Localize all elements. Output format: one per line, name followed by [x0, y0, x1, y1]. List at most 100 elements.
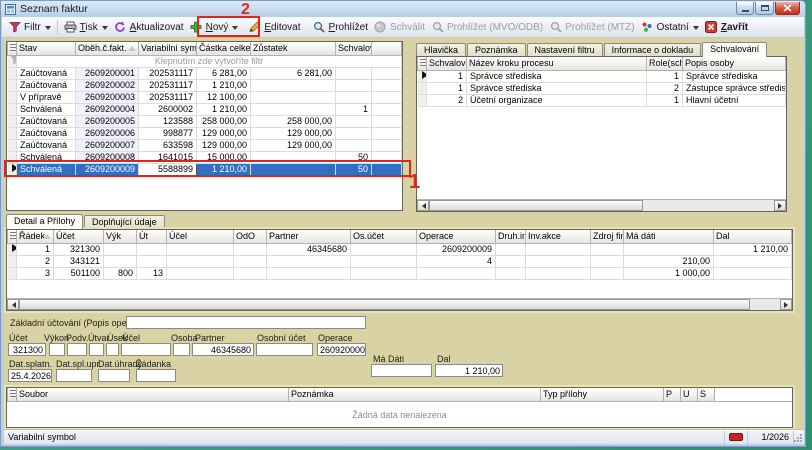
- cell-obeh[interactable]: 2609200008: [76, 151, 139, 163]
- detail-row[interactable]: 1 321300 46345680 2609200009 1 210,00: [8, 243, 792, 255]
- cell-nazev-kroku[interactable]: Účetní organizace: [467, 94, 647, 106]
- invoice-row[interactable]: Zaúčtovaná 2609200006 998877 129 000,00 …: [8, 127, 402, 139]
- cell-vs[interactable]: 202531117: [139, 91, 197, 103]
- cell-obeh[interactable]: 2609200005: [76, 115, 139, 127]
- detail-row[interactable]: 2 343121 4 210,00: [8, 255, 792, 267]
- usek-field[interactable]: [106, 343, 119, 356]
- column-header-obeh[interactable]: Oběh.č.fakt.: [76, 42, 139, 55]
- cell-stav[interactable]: Zaúčtovaná: [17, 127, 76, 139]
- cell-role[interactable]: 1: [647, 94, 683, 106]
- podv-field[interactable]: [67, 343, 87, 356]
- column-header-poznamka[interactable]: Poznámka: [289, 388, 541, 401]
- cell-vyk[interactable]: 800: [104, 267, 137, 279]
- view-button[interactable]: Prohlížet: [310, 18, 371, 36]
- cell-zustatek[interactable]: [251, 79, 336, 91]
- cell-ut[interactable]: [137, 255, 167, 267]
- cell-vs[interactable]: 202531117: [139, 67, 197, 79]
- invoice-row[interactable]: Schválená 2609200004 2600002 1 210,00 1: [8, 103, 402, 115]
- cell-obeh[interactable]: 2609200004: [76, 103, 139, 115]
- partner-field[interactable]: 46345680: [192, 343, 254, 356]
- column-header-schval[interactable]: Schvalovi: [336, 42, 372, 55]
- cell-ucel[interactable]: [167, 243, 234, 255]
- cell-stav[interactable]: Zaúčtovaná: [17, 67, 76, 79]
- column-header-role[interactable]: Role(schval: [647, 57, 683, 70]
- detail-grid-hscrollbar[interactable]: [7, 298, 792, 310]
- cell-ucel[interactable]: [167, 255, 234, 267]
- cell-stav[interactable]: V přípravě: [17, 91, 76, 103]
- cell-schval[interactable]: 50: [336, 163, 372, 175]
- cell-schval[interactable]: [336, 67, 372, 79]
- cell-role[interactable]: 2: [647, 82, 683, 94]
- cell-castka[interactable]: 12 100,00: [197, 91, 251, 103]
- scrollbar-thumb[interactable]: [429, 200, 643, 211]
- cell-stav[interactable]: Schválená: [17, 151, 76, 163]
- scrollbar-thumb[interactable]: [19, 299, 750, 310]
- cell-ucet[interactable]: 501100: [54, 267, 104, 279]
- cell-odo[interactable]: [234, 267, 267, 279]
- cell-castka[interactable]: 129 000,00: [197, 139, 251, 151]
- invoice-row[interactable]: V přípravě 2609200003 202531117 12 100,0…: [8, 91, 402, 103]
- cell-schval[interactable]: [336, 127, 372, 139]
- edit-button[interactable]: Editovat: [245, 18, 303, 36]
- cell-odo[interactable]: [234, 255, 267, 267]
- print-button[interactable]: Tisk: [61, 18, 111, 36]
- cell-vs[interactable]: 2600002: [139, 103, 197, 115]
- cell-ucet[interactable]: 321300: [54, 243, 104, 255]
- cell-role[interactable]: 1: [647, 70, 683, 82]
- cell-ut[interactable]: 13: [137, 267, 167, 279]
- column-header-zdroj-fin[interactable]: Zdroj fin.: [591, 230, 624, 243]
- refresh-button[interactable]: Aktualizovat: [111, 18, 187, 36]
- filter-button[interactable]: Filtr: [5, 18, 54, 36]
- cell-os-ucet[interactable]: [351, 255, 417, 267]
- column-header-popis-osoby[interactable]: Popis osoby: [683, 57, 786, 70]
- scroll-right-button[interactable]: [780, 299, 792, 310]
- cell-obeh[interactable]: 2609200006: [76, 127, 139, 139]
- approval-grid-hscrollbar[interactable]: [417, 199, 786, 211]
- cell-ma-dati[interactable]: 210,00: [624, 255, 714, 267]
- cell-stav[interactable]: Zaúčtovaná: [17, 79, 76, 91]
- tab-poznamka[interactable]: Poznámka: [467, 43, 526, 57]
- scroll-right-button[interactable]: [774, 200, 786, 211]
- tab-schvalovani[interactable]: Schvalování: [702, 42, 767, 57]
- title-bar[interactable]: Seznam faktur: [1, 1, 805, 17]
- cell-ut[interactable]: [137, 243, 167, 255]
- scroll-left-button[interactable]: [7, 299, 19, 310]
- cell-stav[interactable]: Zaúčtovaná: [17, 115, 76, 127]
- grid-corner-button[interactable]: [418, 57, 427, 70]
- column-header-castka[interactable]: Částka celkem: [197, 42, 251, 55]
- cell-radek[interactable]: 3: [17, 267, 54, 279]
- cell-partner[interactable]: [267, 267, 351, 279]
- column-header-dal[interactable]: Dal: [714, 230, 792, 243]
- view-mtz-button[interactable]: Prohlížet (MTZ): [546, 18, 637, 36]
- tab-hlavicka[interactable]: Hlavička: [416, 43, 466, 57]
- cell-partner[interactable]: [267, 255, 351, 267]
- cell-stav[interactable]: Schválená: [17, 163, 76, 175]
- cell-zustatek[interactable]: [251, 103, 336, 115]
- dat-spl-upr-field[interactable]: [56, 369, 92, 382]
- grid-corner-button[interactable]: [8, 42, 17, 55]
- cell-odo[interactable]: [234, 243, 267, 255]
- cell-schvalovan[interactable]: 1: [427, 82, 467, 94]
- cell-inv-akce[interactable]: [526, 243, 591, 255]
- tab-detail-a-prilohy[interactable]: Detail a Přílohy: [6, 214, 83, 229]
- cell-zustatek[interactable]: [251, 151, 336, 163]
- approval-row[interactable]: 2 Účetní organizace 1 Hlavní účetní: [418, 94, 786, 106]
- scrollbar-track[interactable]: [429, 200, 774, 211]
- cell-vyk[interactable]: [104, 243, 137, 255]
- other-button[interactable]: Ostatní: [638, 18, 702, 36]
- column-header-u[interactable]: U: [681, 388, 698, 401]
- scroll-left-button[interactable]: [417, 200, 429, 211]
- tab-doplnujici-udaje[interactable]: Doplňující údaje: [84, 215, 165, 229]
- column-header-ucel[interactable]: Účel: [167, 230, 234, 243]
- column-header-vyk[interactable]: Výk: [104, 230, 137, 243]
- cell-castka[interactable]: 129 000,00: [197, 127, 251, 139]
- column-header-zustatek[interactable]: Zůstatek: [251, 42, 336, 55]
- cell-obeh[interactable]: 2609200003: [76, 91, 139, 103]
- column-header-ut[interactable]: Út: [137, 230, 167, 243]
- cell-popis-osoby[interactable]: Správce střediska: [683, 70, 786, 82]
- cell-stav[interactable]: Zaúčtovaná: [17, 139, 76, 151]
- cell-vs[interactable]: 998877: [139, 127, 197, 139]
- ucel-field[interactable]: [121, 343, 171, 356]
- cell-popis-osoby[interactable]: Zástupce správce střediska: [683, 82, 786, 94]
- column-header-typ-prilohy[interactable]: Typ přílohy: [541, 388, 664, 401]
